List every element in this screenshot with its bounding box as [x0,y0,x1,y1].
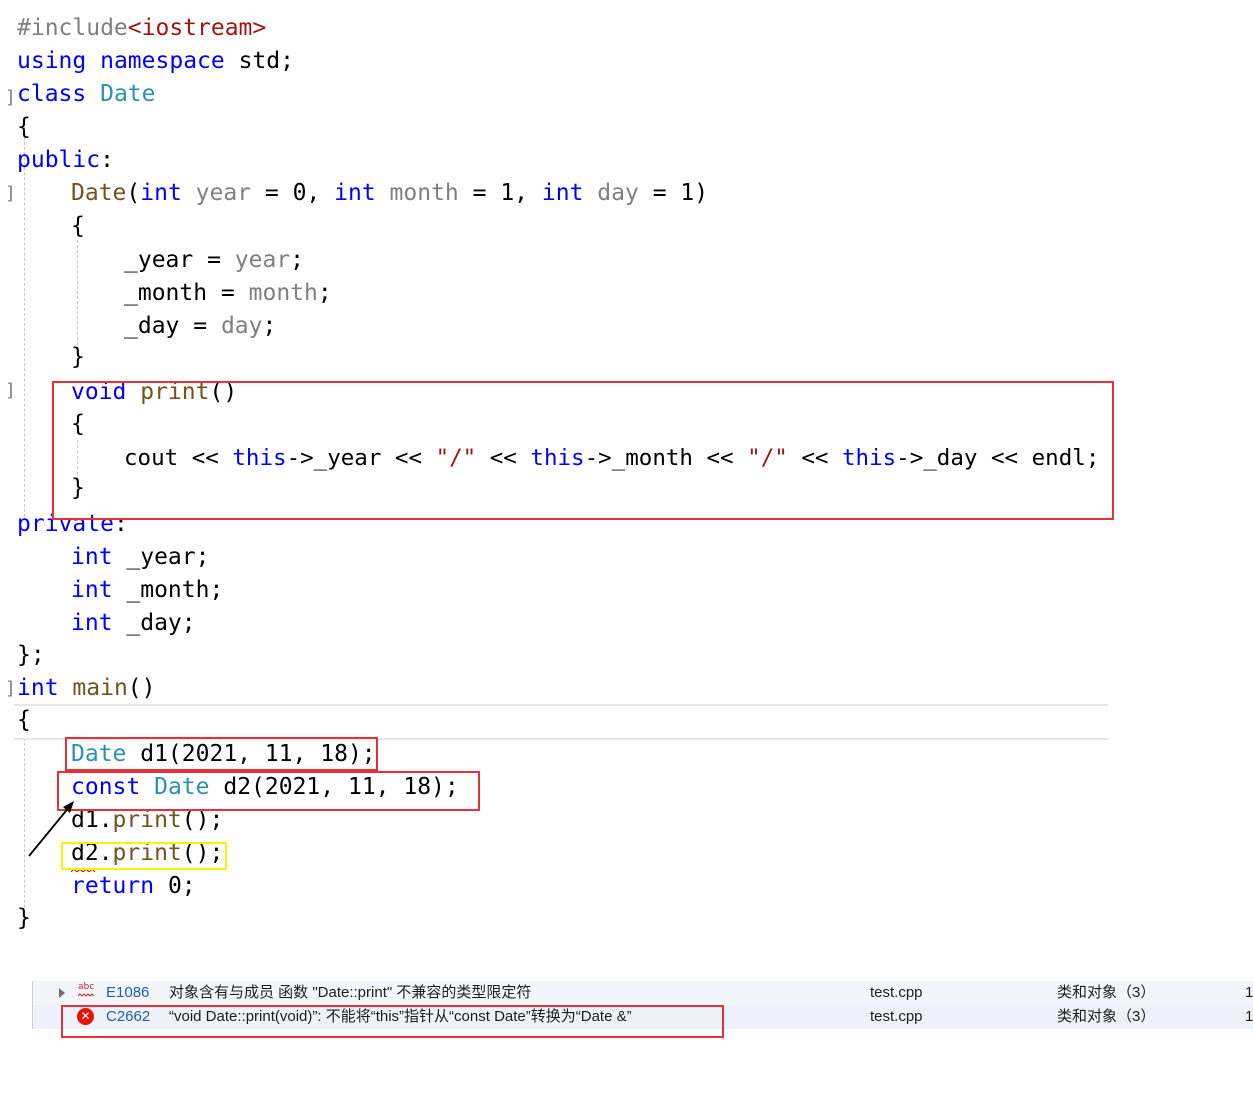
code-line-7: { [71,213,85,239]
fold-marker-class[interactable]: ] [5,87,16,108]
highlight-box-d2-const-declaration [57,771,480,811]
code-line-19: int _day; [71,610,196,636]
error-line: 1 [1245,1008,1253,1025]
highlight-box-d2-print-call [61,842,227,870]
indent-guide-ctor [77,240,78,350]
error-description: 对象含有与成员 函数 "Date::print" 不兼容的类型限定符 [169,984,532,1001]
abc-squiggle-icon: abc [78,982,95,992]
code-line-22: { [17,707,31,733]
code-line-9: _month = month; [124,280,332,306]
error-code[interactable]: E1086 [106,981,149,1005]
code-line-28: } [17,905,31,931]
error-row[interactable]: abc E1086 对象含有与成员 函数 "Date::print" 不兼容的类… [33,981,1253,1005]
code-line-21: int main() [17,675,156,701]
code-line-6: Date(int year = 0, int month = 1, int da… [71,180,709,206]
code-line-11: } [71,344,85,370]
fold-marker-print[interactable]: ] [5,380,16,401]
code-editor[interactable]: ] ] ] ] #include<iostream> using namespa… [0,0,1253,950]
highlight-box-print-function [52,381,1114,520]
code-line-2: using namespace std; [17,48,294,74]
abc-squiggle-wave-icon [78,993,94,997]
code-line-20: }; [17,642,45,668]
code-line-3: class Date [17,81,156,107]
indent-guide-class [24,117,25,517]
error-file: test.cpp [870,1008,923,1025]
code-line-10: _day = day; [124,313,277,339]
code-line-1: #include<iostream> [17,15,267,41]
code-line-27: return 0; [71,873,196,899]
code-line-8: _year = year; [124,247,305,273]
highlight-box-c2662-error [61,1005,724,1038]
error-project: 类和对象（3） [1057,984,1156,1001]
fold-marker-ctor[interactable]: ] [5,183,16,204]
code-line-4: { [17,114,31,140]
error-file: test.cpp [870,984,923,1001]
code-line-5: public: [17,147,114,173]
highlight-box-d1-declaration [65,737,378,771]
code-line-18: int _month; [71,577,224,603]
error-project: 类和对象（3） [1057,1008,1156,1025]
code-line-17: int _year; [71,544,210,570]
fold-marker-main[interactable]: ] [5,678,16,699]
annotation-arrow [28,801,74,857]
error-line: 1 [1245,984,1253,1001]
expand-triangle-icon[interactable] [59,988,65,998]
current-line-highlight [14,704,1108,740]
